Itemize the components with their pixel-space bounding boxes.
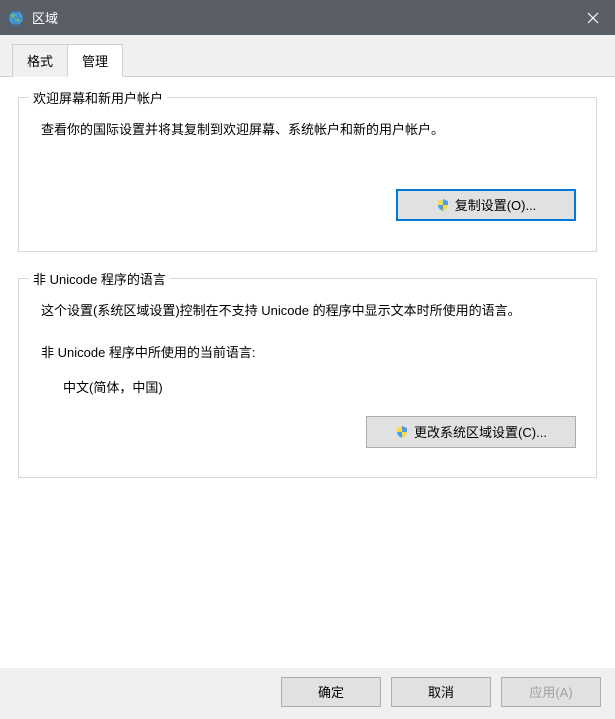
- groupbox-title-welcome: 欢迎屏幕和新用户帐户: [29, 88, 167, 107]
- shield-icon: [395, 425, 409, 439]
- change-locale-label: 更改系统区域设置(C)...: [414, 422, 547, 441]
- content-area: 格式 管理 欢迎屏幕和新用户帐户 查看你的国际设置并将其复制到欢迎屏幕、系统帐户…: [0, 35, 615, 664]
- groupbox-non-unicode: 非 Unicode 程序的语言 这个设置(系统区域设置)控制在不支持 Unico…: [18, 278, 597, 478]
- groupbox-title-unicode: 非 Unicode 程序的语言: [29, 269, 170, 288]
- dialog-buttons: 确定 取消 应用(A): [0, 664, 615, 719]
- tab-content: 欢迎屏幕和新用户帐户 查看你的国际设置并将其复制到欢迎屏幕、系统帐户和新的用户帐…: [0, 77, 615, 668]
- groupbox-welcome-screen: 欢迎屏幕和新用户帐户 查看你的国际设置并将其复制到欢迎屏幕、系统帐户和新的用户帐…: [18, 97, 597, 252]
- close-button[interactable]: [570, 0, 615, 35]
- copy-settings-label: 复制设置(O)...: [455, 195, 537, 214]
- ok-button[interactable]: 确定: [281, 677, 381, 707]
- welcome-description: 查看你的国际设置并将其复制到欢迎屏幕、系统帐户和新的用户帐户。: [35, 120, 580, 141]
- cancel-button[interactable]: 取消: [391, 677, 491, 707]
- apply-button: 应用(A): [501, 677, 601, 707]
- current-language-label: 非 Unicode 程序中所使用的当前语言:: [35, 342, 580, 361]
- close-icon: [587, 12, 599, 24]
- titlebar: 区域: [0, 0, 615, 35]
- button-row-change: 更改系统区域设置(C)...: [35, 416, 580, 448]
- copy-settings-button[interactable]: 复制设置(O)...: [396, 189, 576, 221]
- current-language-value: 中文(简体，中国): [35, 377, 580, 396]
- tab-admin[interactable]: 管理: [67, 44, 123, 77]
- shield-icon: [436, 198, 450, 212]
- window-title: 区域: [32, 8, 570, 27]
- tab-format[interactable]: 格式: [12, 44, 68, 77]
- unicode-description: 这个设置(系统区域设置)控制在不支持 Unicode 的程序中显示文本时所使用的…: [35, 301, 580, 322]
- button-row-copy: 复制设置(O)...: [35, 189, 580, 221]
- region-globe-icon: [8, 10, 24, 26]
- change-locale-button[interactable]: 更改系统区域设置(C)...: [366, 416, 576, 448]
- tabs-container: 格式 管理: [0, 35, 615, 77]
